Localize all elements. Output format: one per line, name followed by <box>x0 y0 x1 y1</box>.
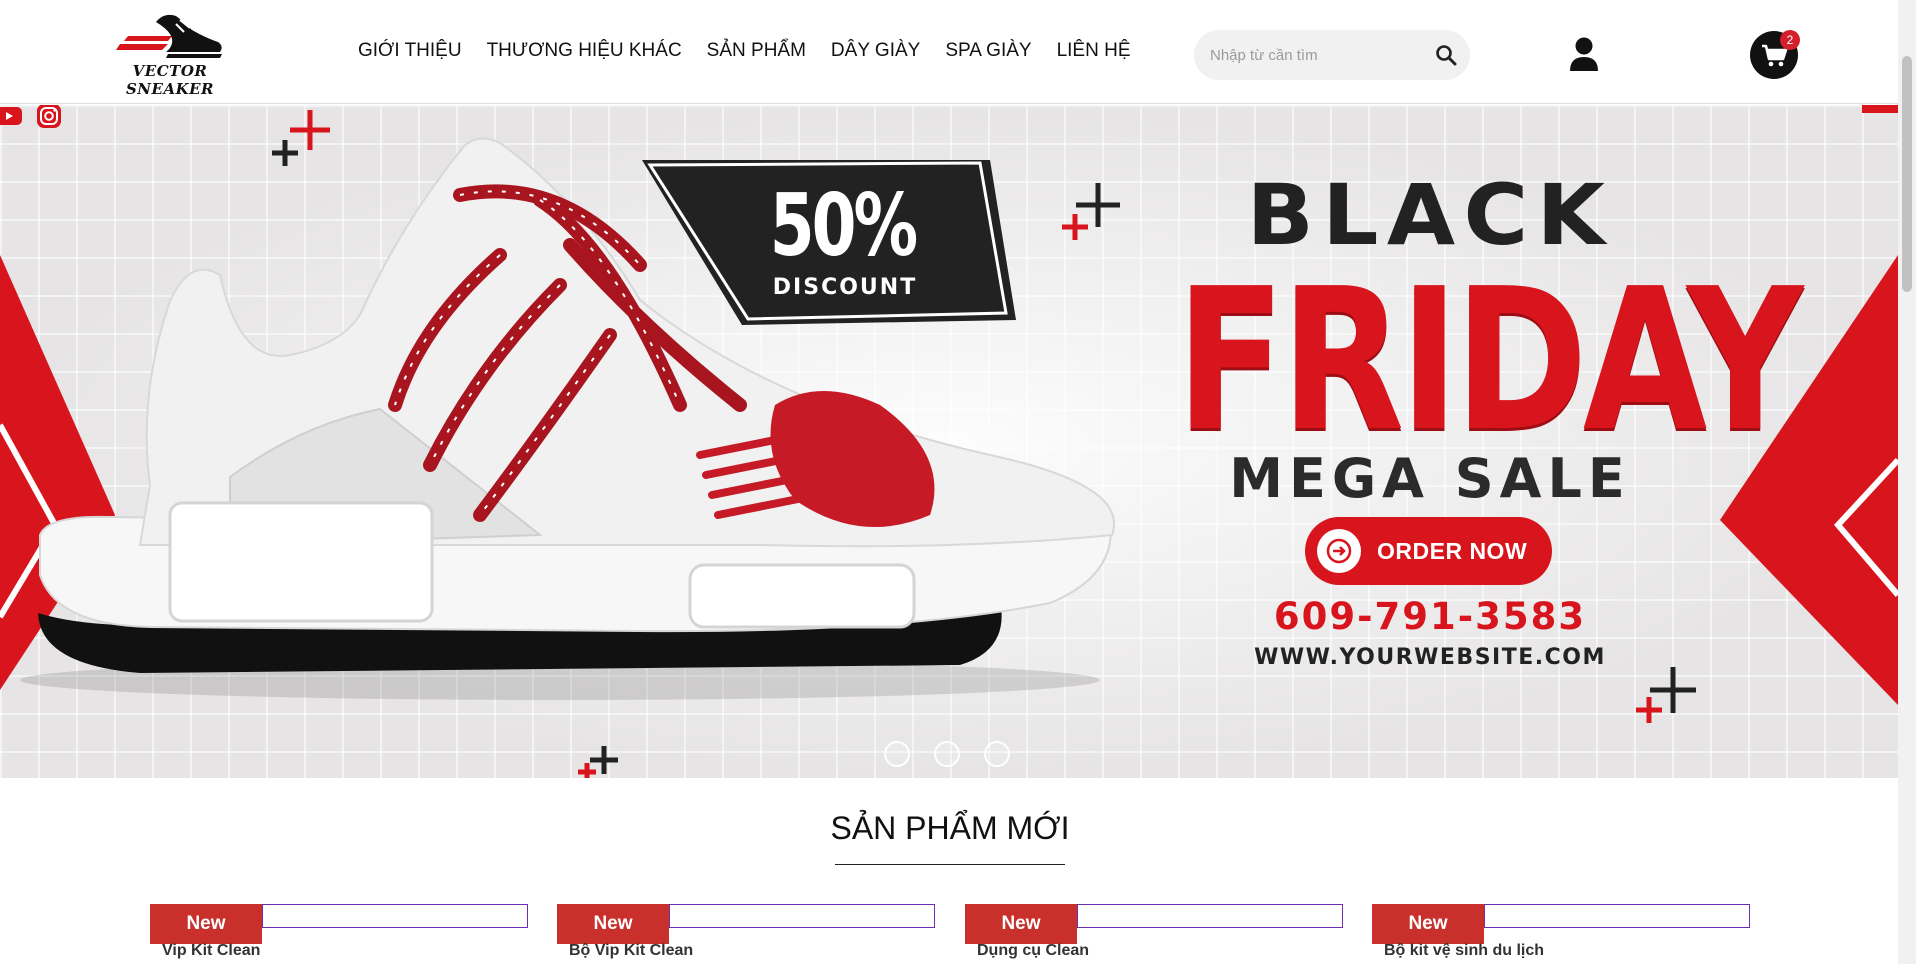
site-header: VECTOR SNEAKER GIỚI THIỆU THƯƠNG HIỆU KH… <box>0 0 1898 104</box>
discount-label: DISCOUNT <box>772 275 918 300</box>
main-nav: GIỚI THIỆU THƯƠNG HIỆU KHÁC SẢN PHẨM DÂY… <box>358 40 1131 62</box>
section-title-underline <box>835 864 1065 865</box>
user-icon[interactable] <box>1568 36 1600 72</box>
order-now-button[interactable]: ORDER NOW <box>1305 517 1552 585</box>
section-title: SẢN PHẨM MỚI <box>830 810 1070 846</box>
order-now-circle <box>1317 529 1361 573</box>
product-name[interactable]: Dụng cụ Clean <box>977 942 1337 960</box>
new-badge: New <box>150 904 262 944</box>
banner-website: WWW.YOURWEBSITE.COM <box>1254 645 1606 670</box>
new-badge: New <box>1372 904 1484 944</box>
product-card[interactable]: New Dụng cụ Clean <box>965 904 1343 964</box>
slider-dot-3[interactable] <box>984 741 1010 767</box>
slider-dot-2[interactable] <box>934 741 960 767</box>
site-logo[interactable]: VECTOR SNEAKER <box>110 8 230 98</box>
headline-mega-sale: MEGA SALE <box>1229 447 1631 510</box>
slider-dots <box>884 741 1010 767</box>
product-image-frame[interactable] <box>1484 904 1750 928</box>
nav-item-lien-he[interactable]: LIÊN HỆ <box>1057 40 1131 62</box>
discount-value: 50% <box>769 176 918 276</box>
product-card[interactable]: New Bộ kit vệ sinh du lịch <box>1372 904 1750 964</box>
product-image-frame[interactable] <box>1077 904 1343 928</box>
product-name[interactable]: Bộ Vip Kit Clean <box>569 942 929 960</box>
product-name[interactable]: Vip Kit Clean <box>162 942 522 960</box>
nav-item-gioi-thieu[interactable]: GIỚI THIỆU <box>358 40 462 62</box>
logo-text: VECTOR SNEAKER <box>125 62 215 98</box>
hero-banner[interactable]: 50% DISCOUNT BLACK FRIDAY MEGA SALE ORDE… <box>0 105 1898 778</box>
product-card[interactable]: New Vip Kit Clean <box>150 904 528 964</box>
sneaker-logo-icon <box>116 14 222 58</box>
nav-item-day-giay[interactable]: DÂY GIÀY <box>831 40 920 62</box>
slider-dot-1[interactable] <box>884 741 910 767</box>
arrow-right-icon <box>1326 538 1352 564</box>
scrollbar-thumb[interactable] <box>1902 56 1912 292</box>
search-box <box>1194 30 1470 80</box>
search-input[interactable] <box>1210 30 1420 80</box>
instagram-icon[interactable] <box>36 105 62 129</box>
product-image-frame[interactable] <box>262 904 528 928</box>
cart-count-badge: 2 <box>1780 30 1800 50</box>
headline-friday: FRIDAY <box>1175 247 1804 475</box>
page: VECTOR SNEAKER GIỚI THIỆU THƯƠNG HIỆU KH… <box>0 0 1916 964</box>
nav-item-spa-giay[interactable]: SPA GIÀY <box>945 40 1031 62</box>
product-card[interactable]: New Bộ Vip Kit Clean <box>557 904 935 964</box>
youtube-icon[interactable] <box>0 105 24 127</box>
banner-phone: 609-791-3583 <box>1273 595 1587 638</box>
product-name[interactable]: Bộ kit vệ sinh du lịch <box>1384 942 1744 960</box>
search-icon[interactable] <box>1434 43 1458 67</box>
product-image-frame[interactable] <box>669 904 935 928</box>
order-now-label: ORDER NOW <box>1377 538 1528 564</box>
nav-item-thuong-hieu-khac[interactable]: THƯƠNG HIỆU KHÁC <box>487 40 682 62</box>
new-badge: New <box>965 904 1077 944</box>
nav-item-san-pham[interactable]: SẢN PHẨM <box>707 40 806 62</box>
new-badge: New <box>557 904 669 944</box>
page-scrollbar[interactable] <box>1898 0 1916 964</box>
